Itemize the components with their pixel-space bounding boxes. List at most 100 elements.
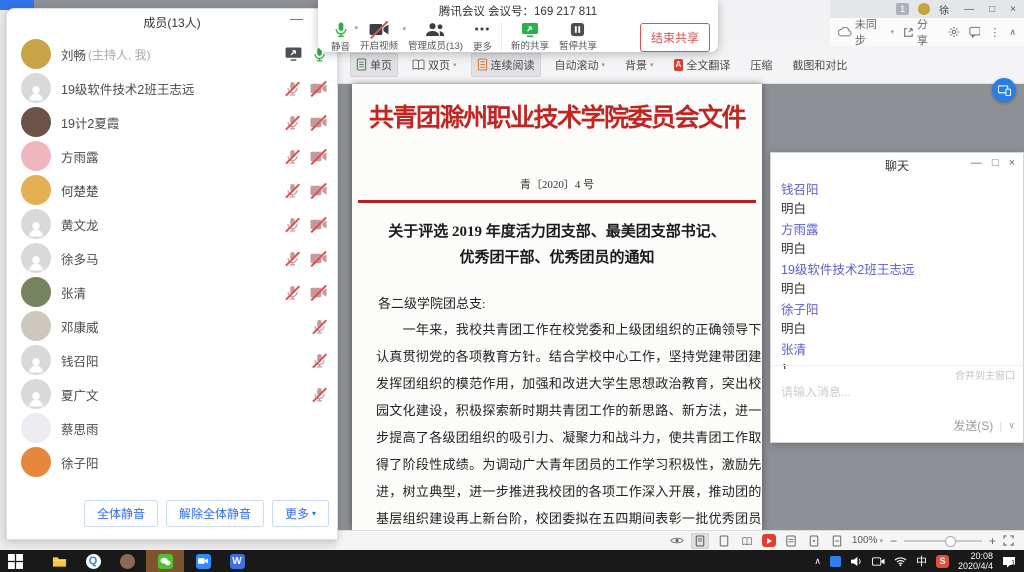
zoom-slider[interactable] — [904, 540, 982, 542]
send-button[interactable]: 发送(S) — [953, 417, 993, 434]
member-name: 黄文龙 — [61, 215, 99, 234]
camera-off-icon — [310, 150, 327, 163]
member-row[interactable]: 19级软件技术2班王志远 — [7, 71, 337, 105]
qq-browser-button[interactable]: Q — [78, 550, 108, 572]
member-row[interactable]: 钱召阳 — [7, 343, 337, 377]
continuous-reading-button[interactable]: 连续阅读 — [471, 53, 541, 77]
member-row[interactable]: 何楚楚 — [7, 173, 337, 207]
screenshot-compare-button[interactable]: 截图和对比 — [786, 53, 853, 77]
play-button[interactable] — [762, 534, 776, 547]
maximize-button[interactable]: □ — [992, 157, 999, 169]
camera-tray-icon[interactable] — [872, 556, 885, 567]
fit-width-icon — [832, 535, 842, 547]
meeting-buttons: 静音▾开启视频▾管理成员(13)更多新的共享暂停共享 — [326, 21, 602, 53]
wps-button[interactable]: W — [222, 550, 252, 572]
double-page-icon — [412, 59, 425, 70]
member-row[interactable]: 徐多马 — [7, 241, 337, 275]
member-row[interactable]: 19计2夏霞 — [7, 105, 337, 139]
mute-button[interactable]: 静音▾ — [326, 21, 355, 53]
zoom-slider-thumb[interactable] — [945, 536, 956, 547]
user-avatar[interactable] — [918, 3, 930, 15]
minimize-button[interactable]: — — [964, 4, 974, 15]
chat-message-list[interactable]: 钱召阳明白方雨露明白19级软件技术2班王志远明白徐子阳明白张清1 — [771, 177, 1023, 369]
clock[interactable]: 20:08 2020/4/4 — [958, 551, 993, 571]
more-button[interactable]: 更多▾ — [272, 500, 329, 527]
close-button[interactable]: × — [1009, 157, 1015, 169]
avatar — [21, 209, 51, 239]
member-row[interactable]: 夏广文 — [7, 377, 337, 411]
width-fit-button[interactable] — [829, 534, 845, 548]
comment-icon[interactable] — [969, 26, 981, 38]
chat-input[interactable]: 请输入消息... — [781, 383, 851, 400]
minimize-button[interactable]: — — [290, 11, 303, 26]
camera-button[interactable]: 开启视频▾ — [355, 22, 403, 52]
member-row[interactable]: 方雨露 — [7, 139, 337, 173]
mute-all-button[interactable]: 全体静音 — [84, 500, 158, 527]
file-explorer-button[interactable] — [44, 550, 74, 572]
end-share-button[interactable]: 结束共享 — [640, 23, 710, 52]
action-center-button[interactable]: 1 — [1002, 555, 1016, 567]
avatar — [21, 107, 51, 137]
member-row[interactable]: 蔡思雨 — [7, 411, 337, 445]
pause-share-button[interactable]: 暂停共享 — [554, 22, 602, 52]
member-name: 19计2夏霞 — [61, 113, 119, 132]
tencent-meeting-icon — [196, 554, 211, 569]
document-org-title: 共青团滁州职业技术学院委员会文件 — [352, 98, 762, 134]
mobile-sync-float-button[interactable] — [992, 78, 1016, 102]
eye-protection-icon[interactable] — [670, 536, 684, 545]
wifi-icon[interactable] — [894, 556, 907, 567]
page-fit-button[interactable] — [806, 534, 822, 548]
zoom-out-button[interactable]: − — [890, 534, 897, 548]
tab-count-badge[interactable]: 1 — [896, 3, 909, 15]
book-view-button[interactable] — [739, 534, 755, 548]
member-row[interactable]: 黄文龙 — [7, 207, 337, 241]
read-mode-button[interactable] — [691, 533, 709, 549]
kebab-menu-icon[interactable]: ⋮ — [989, 26, 1000, 39]
member-status-icons — [285, 183, 327, 198]
date: 2020/4/4 — [958, 561, 993, 571]
member-row[interactable]: 张清 — [7, 275, 337, 309]
start-button[interactable] — [0, 550, 30, 572]
document-page: 共青团滁州职业技术学院委员会文件 青〔2020〕4 号 关于评选 2019 年度… — [352, 84, 762, 530]
sync-status[interactable]: 未同步 ▾ — [838, 16, 894, 48]
sogou-ime-icon[interactable]: S — [936, 555, 949, 568]
tray-app-icon[interactable] — [830, 556, 841, 567]
ime-indicator[interactable]: 中 — [916, 553, 927, 569]
send-options-caret[interactable]: ∨ — [1008, 420, 1015, 431]
restore-button[interactable]: □ — [989, 4, 995, 15]
more-button[interactable]: 更多 — [468, 21, 497, 53]
fullscreen-icon[interactable] — [1003, 535, 1014, 546]
member-row[interactable]: 刘畅(主持人, 我) — [7, 37, 337, 71]
photos-app-button[interactable] — [112, 550, 142, 572]
mic-muted-icon — [285, 81, 300, 96]
translate-button[interactable]: A全文翻译 — [668, 53, 737, 77]
member-row[interactable]: 邓康威 — [7, 309, 337, 343]
zoom-in-button[interactable]: + — [989, 534, 996, 548]
compress-button[interactable]: 压缩 — [744, 53, 778, 77]
avatar — [21, 141, 51, 171]
gear-icon[interactable] — [948, 26, 960, 38]
share-button[interactable]: 分享 — [903, 16, 939, 48]
windows-logo-icon — [8, 554, 23, 569]
background-button[interactable]: 背景▾ — [619, 53, 660, 77]
hidden-icons-chevron[interactable]: ∧ — [814, 556, 821, 567]
tencent-meeting-button[interactable] — [188, 550, 218, 572]
document-salutation: 各二级学院团总支: — [378, 293, 736, 312]
single-page-view-button[interactable] — [716, 534, 732, 548]
speaker-icon[interactable] — [850, 556, 863, 567]
zoom-level[interactable]: 100%▾ — [852, 535, 883, 546]
unmute-all-button[interactable]: 解除全体静音 — [166, 500, 264, 527]
member-row[interactable]: 徐子阳 — [7, 445, 337, 479]
wechat-button[interactable] — [146, 550, 184, 572]
close-button[interactable]: × — [1010, 4, 1016, 15]
document-number: 青〔2020〕4 号 — [352, 176, 762, 192]
collapse-ribbon-icon[interactable]: ∧ — [1009, 27, 1016, 38]
new-share-button[interactable]: 新的共享 — [506, 22, 554, 52]
manage-members-button[interactable]: 管理成员(13) — [403, 22, 468, 52]
merge-to-main-link[interactable]: 合并到主窗口 — [955, 367, 1015, 382]
double-page-button[interactable]: 双页▾ — [406, 53, 463, 77]
thumbnail-panel-button[interactable] — [783, 534, 799, 548]
auto-scroll-button[interactable]: 自动滚动▾ — [549, 53, 612, 77]
single-page-button[interactable]: 单页 — [350, 53, 398, 77]
minimize-button[interactable]: — — [971, 157, 982, 169]
